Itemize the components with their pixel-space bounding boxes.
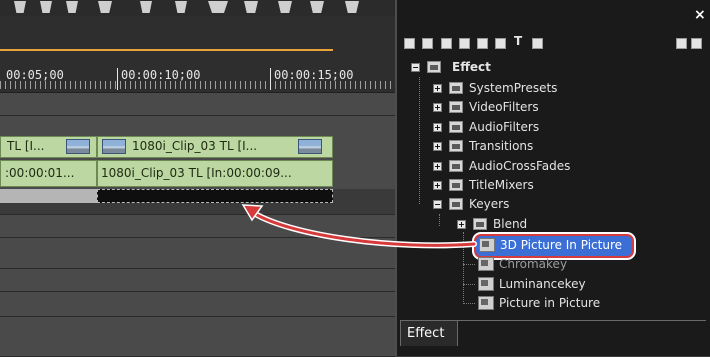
timecode-label: 00:05;00: [6, 68, 64, 82]
folder-icon: [449, 160, 463, 172]
track-row[interactable]: [0, 93, 395, 116]
clip-thumbnail: [298, 139, 322, 154]
ruler-major-tick: [270, 68, 271, 90]
folder-open-icon: [449, 198, 463, 210]
toolbar-button-icon[interactable]: [14, 1, 26, 13]
collapse-icon[interactable]: −: [411, 63, 420, 72]
video-clip[interactable]: TL [I...: [0, 136, 97, 158]
tree-node-label: TitleMixers: [469, 178, 534, 192]
track-row[interactable]: [0, 238, 395, 269]
video-clip[interactable]: 1080i_Clip_03 TL [I...: [97, 136, 333, 158]
tree-node-label: 3D Picture In Picture: [500, 238, 622, 252]
tree-node-label: Chromakey: [499, 257, 568, 271]
track-row[interactable]: [0, 292, 395, 317]
tab-effect[interactable]: Effect: [400, 320, 458, 346]
expand-icon[interactable]: +: [433, 162, 442, 171]
tree-node-label: VideoFilters: [469, 100, 539, 114]
ruler-range-line: [0, 49, 333, 51]
collapse-icon[interactable]: −: [433, 200, 442, 209]
tree-node-label: Transitions: [469, 139, 534, 153]
toolbar-button-icon[interactable]: [278, 1, 292, 13]
toolbar-button-icon[interactable]: [175, 1, 187, 13]
keyer-effect-icon: [478, 277, 494, 291]
tree-node-label: Effect: [452, 60, 491, 74]
clip-label: 1080i_Clip_03 TL [I...: [132, 139, 258, 153]
keyer-effect-icon: [478, 257, 494, 271]
keyer-strip[interactable]: [0, 189, 97, 203]
panel-tool-icon[interactable]: [477, 38, 488, 49]
audio-clip[interactable]: 1080i_Clip_03 TL [In:00:00:09...: [97, 160, 333, 187]
track-row[interactable]: [0, 215, 395, 238]
panel-tool-icon[interactable]: [676, 38, 687, 49]
tree-node-label: Blend: [493, 217, 528, 231]
clip-thumbnail: [102, 139, 126, 154]
keyer-drop-target[interactable]: [97, 189, 333, 203]
folder-icon: [449, 101, 463, 113]
expand-icon[interactable]: +: [433, 142, 442, 151]
tree-node-label: AudioFilters: [469, 120, 540, 134]
panel-tool-icon[interactable]: [459, 38, 470, 49]
folder-icon: [449, 179, 463, 191]
toolbar-button-icon[interactable]: [244, 1, 258, 13]
tree-node-label: SystemPresets: [469, 81, 558, 95]
expand-icon[interactable]: +: [433, 103, 442, 112]
track-row[interactable]: [0, 269, 395, 292]
toolbar-button-icon[interactable]: [140, 1, 152, 13]
timecode-label: 00:00:10;00: [121, 68, 201, 82]
panel-tool-icon[interactable]: [441, 38, 452, 49]
clip-thumbnail: [66, 139, 90, 154]
lock-icon[interactable]: [691, 38, 702, 49]
timeline-toolbar: [0, 0, 395, 16]
keyer-effect-icon: [479, 238, 495, 252]
clip-label: :00:00:01...: [5, 166, 75, 180]
toolbar-button-icon[interactable]: [66, 1, 78, 13]
ruler-major-tick: [117, 68, 118, 90]
clip-label: TL [I...: [7, 139, 45, 153]
expand-icon[interactable]: +: [457, 220, 466, 229]
track-row[interactable]: [0, 317, 395, 357]
expand-icon[interactable]: +: [433, 84, 442, 93]
scissors-icon[interactable]: [98, 1, 112, 13]
tree-node-label: Luminancekey: [499, 277, 586, 291]
timeline-ruler[interactable]: 00:05;00 00:00:10;00 00:00:15;00: [0, 16, 395, 93]
folder-open-icon: [427, 61, 441, 73]
clip-label: 1080i_Clip_03 TL [In:00:00:09...: [101, 166, 292, 180]
close-icon[interactable]: ×: [694, 7, 706, 23]
tree-node-label: Picture in Picture: [499, 296, 601, 310]
panel-tool-icon[interactable]: [422, 38, 433, 49]
toolbar-button-icon[interactable]: [345, 1, 359, 13]
toolbar-button-icon[interactable]: [40, 1, 52, 13]
folder-icon: [449, 82, 463, 94]
toolbar-button-icon[interactable]: [208, 1, 228, 13]
expand-icon[interactable]: +: [433, 181, 442, 190]
folder-icon: [449, 121, 463, 133]
ruler-ticks: [0, 81, 395, 89]
keyer-effect-icon: [478, 296, 494, 310]
panel-tool-icon[interactable]: [532, 38, 543, 49]
tree-node-label: Keyers: [469, 197, 510, 211]
toolbar-button-icon[interactable]: [310, 1, 324, 13]
folder-icon: [449, 140, 463, 152]
expand-icon[interactable]: +: [433, 123, 442, 132]
panel-tool-icon[interactable]: [404, 38, 415, 49]
timecode-label: 00:00:15;00: [274, 68, 354, 82]
text-tool-icon[interactable]: T: [514, 34, 525, 49]
tree-node-label: AudioCrossFades: [469, 159, 571, 173]
track-row[interactable]: [0, 116, 395, 135]
audio-clip[interactable]: :00:00:01...: [0, 160, 97, 187]
panel-tool-icon[interactable]: [495, 38, 506, 49]
folder-icon: [473, 218, 487, 230]
